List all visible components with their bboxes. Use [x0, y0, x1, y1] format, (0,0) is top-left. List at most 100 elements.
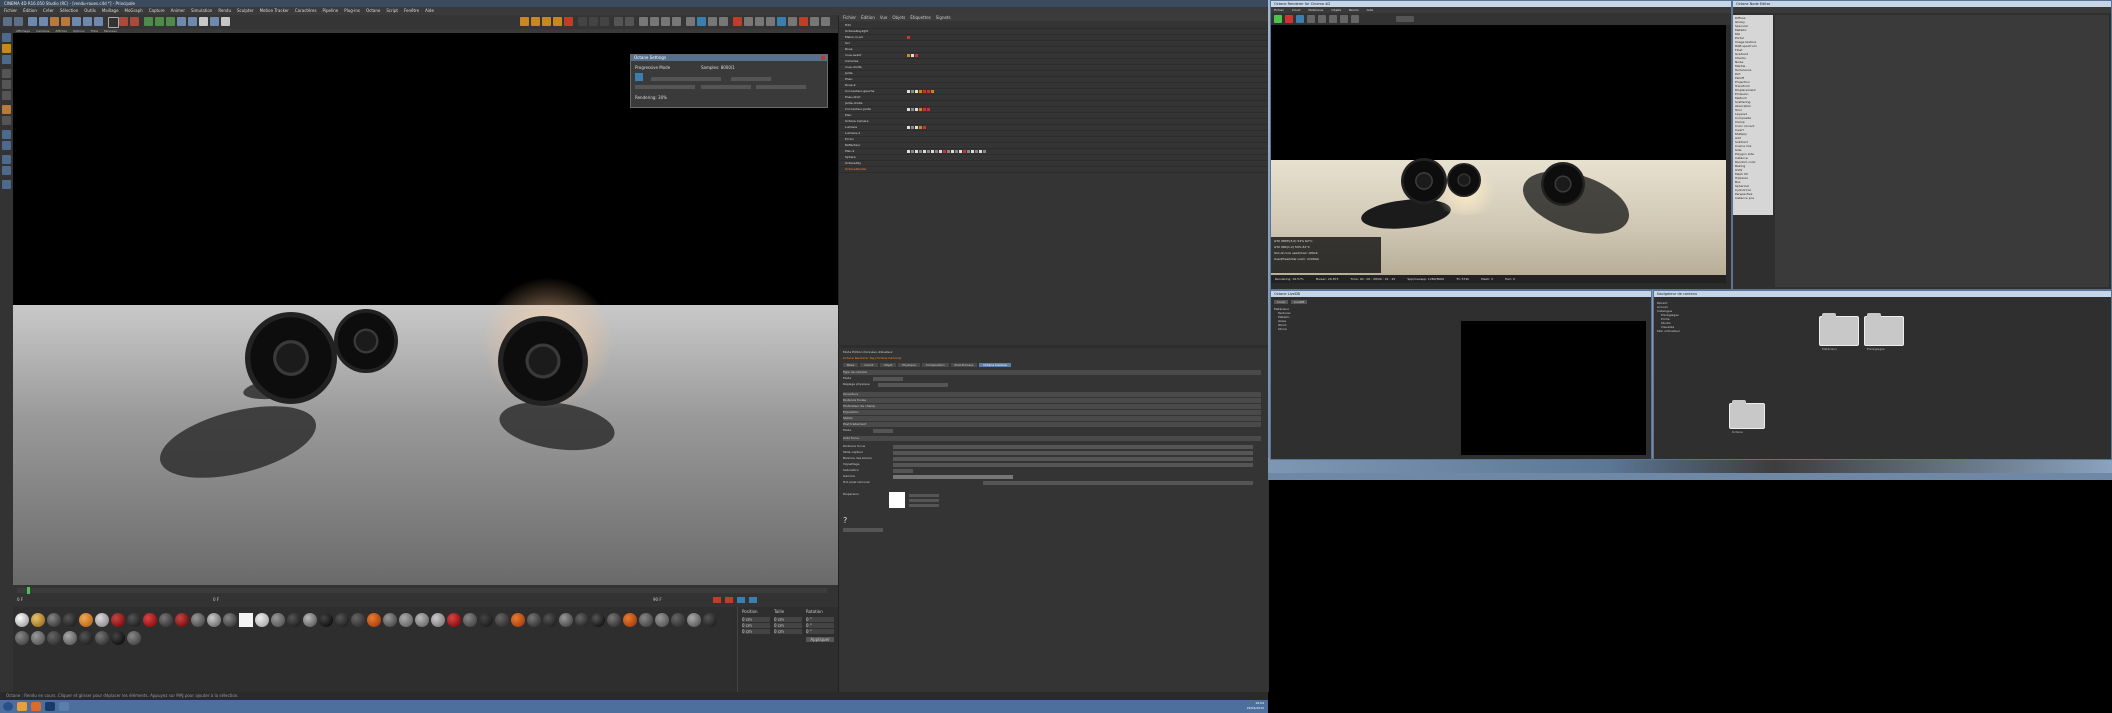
- material-swatch[interactable]: [639, 613, 653, 627]
- material-swatch[interactable]: [63, 613, 77, 627]
- menu-octane[interactable]: Octane: [366, 7, 380, 15]
- material-swatch[interactable]: [511, 613, 525, 627]
- attr-field[interactable]: [878, 382, 948, 387]
- axis-mode-icon[interactable]: [2, 105, 11, 114]
- material-swatch[interactable]: [399, 613, 413, 627]
- clock[interactable]: 18:04 22/04/2015: [1247, 701, 1264, 711]
- pause-icon[interactable]: [1307, 15, 1315, 23]
- coord-x-rotation[interactable]: 0 °: [806, 617, 834, 622]
- material-swatch[interactable]: [127, 631, 141, 645]
- explorer-icon[interactable]: [17, 702, 27, 711]
- attr-field[interactable]: [983, 480, 1253, 485]
- edges-mode-icon[interactable]: [2, 80, 11, 89]
- attr-row[interactable]: Réglage physique: [843, 382, 1261, 387]
- send-scene-icon[interactable]: [1274, 15, 1282, 23]
- material-swatch[interactable]: [367, 613, 381, 627]
- timeline-ruler[interactable]: [17, 588, 827, 593]
- attr-slider[interactable]: [893, 474, 1013, 479]
- solo-icon[interactable]: [2, 155, 11, 164]
- dialog-field[interactable]: [731, 77, 771, 81]
- material-swatch[interactable]: [303, 613, 317, 627]
- coord-z-size[interactable]: 0 cm: [774, 629, 802, 634]
- dialog-field[interactable]: [635, 85, 695, 89]
- material-swatch[interactable]: [143, 613, 157, 627]
- attr-row[interactable]: Dispersion: [843, 492, 1261, 497]
- workplane-icon[interactable]: [2, 55, 11, 64]
- tool-icon-3[interactable]: [600, 17, 609, 26]
- material-swatch[interactable]: [463, 613, 477, 627]
- material-swatch[interactable]: [111, 613, 125, 627]
- tool-icon-18[interactable]: [777, 17, 786, 26]
- material-swatch[interactable]: [271, 613, 285, 627]
- close-icon[interactable]: [821, 56, 825, 60]
- coord-z-rotation[interactable]: 0 °: [806, 629, 834, 634]
- attr-row[interactable]: Distance focus: [843, 444, 1261, 449]
- material-swatch[interactable]: [607, 613, 621, 627]
- tool-icon-10[interactable]: [686, 17, 695, 26]
- focus-icon[interactable]: [1351, 15, 1359, 23]
- node-canvas[interactable]: [1775, 15, 2109, 287]
- folder-icon[interactable]: [1864, 313, 1904, 346]
- model-mode-icon[interactable]: [2, 33, 11, 42]
- attr-row[interactable]: Gamma: [843, 474, 1261, 479]
- material-swatch[interactable]: [175, 613, 189, 627]
- material-swatch[interactable]: [447, 613, 461, 627]
- attr-field[interactable]: [893, 468, 913, 473]
- attr-row[interactable]: Mode: [843, 428, 1261, 433]
- attr-row[interactable]: Hot pixel removal: [843, 480, 1261, 485]
- om-menu-vue[interactable]: Vue: [880, 15, 887, 21]
- menu-rendu[interactable]: Rendu: [218, 7, 231, 15]
- app-taskbar-icon[interactable]: [59, 702, 69, 711]
- coord-y-position[interactable]: 0 cm: [742, 623, 770, 628]
- material-swatch[interactable]: [79, 631, 93, 645]
- attr-row[interactable]: Auto focus: [843, 436, 1261, 441]
- color-field[interactable]: [909, 504, 939, 507]
- tool-icon-8[interactable]: [661, 17, 670, 26]
- attr-row[interactable]: Type de caméra: [843, 370, 1261, 375]
- rotate-icon[interactable]: [61, 17, 70, 26]
- attr-row[interactable]: Stéréo: [843, 416, 1261, 421]
- material-swatch[interactable]: [335, 613, 349, 627]
- c4d-taskbar-icon[interactable]: [45, 702, 55, 711]
- region-icon[interactable]: [1340, 15, 1348, 23]
- next-frame-icon[interactable]: [749, 597, 757, 603]
- attr-row[interactable]: Post traitement: [843, 422, 1261, 427]
- tab-composition[interactable]: Composition: [921, 363, 949, 367]
- menu-sculpter[interactable]: Sculpter: [237, 7, 254, 15]
- texture-mode-icon[interactable]: [2, 44, 11, 53]
- x-axis-icon[interactable]: [72, 17, 81, 26]
- restart-icon[interactable]: [1296, 15, 1304, 23]
- om-menu-etiquettes[interactable]: Étiquettes: [910, 15, 930, 21]
- livedb-preview[interactable]: [1461, 321, 1646, 455]
- folder-icon[interactable]: [1729, 400, 1765, 429]
- attr-row[interactable]: Taille capteur: [843, 450, 1261, 455]
- material-swatch[interactable]: [703, 613, 717, 627]
- object-row[interactable]: OctaneRender: [839, 167, 1269, 173]
- material-swatch[interactable]: [351, 613, 365, 627]
- scene-icon[interactable]: [199, 17, 208, 26]
- tree-item[interactable]: Mon ordinateur: [1657, 329, 1680, 333]
- coord-y-rotation[interactable]: 0 °: [806, 623, 834, 628]
- material-swatch[interactable]: [95, 631, 109, 645]
- menu-selection[interactable]: Sélection: [60, 7, 78, 15]
- om-menu-objets[interactable]: Objets: [892, 15, 905, 21]
- polygons-mode-icon[interactable]: [2, 91, 11, 100]
- color-field[interactable]: [909, 494, 939, 497]
- start-button-icon[interactable]: [3, 702, 13, 711]
- tab-objet[interactable]: Objet: [880, 363, 897, 367]
- material-swatch[interactable]: [559, 613, 573, 627]
- tab-coord[interactable]: Coord.: [860, 363, 879, 367]
- camera-icon[interactable]: [210, 17, 219, 26]
- nurbs-icon[interactable]: [166, 17, 175, 26]
- material-swatch[interactable]: [575, 613, 589, 627]
- help-icon[interactable]: ?: [843, 516, 847, 525]
- material-swatch[interactable]: [191, 613, 205, 627]
- attr-field[interactable]: [893, 444, 1253, 449]
- material-swatch[interactable]: [159, 613, 173, 627]
- folder-icon[interactable]: [1819, 313, 1859, 346]
- material-swatch[interactable]: [479, 613, 493, 627]
- material-swatch[interactable]: [623, 613, 637, 627]
- tab-post-process[interactable]: Post-Process: [950, 363, 978, 367]
- menu-maillage[interactable]: Maillage: [102, 7, 119, 15]
- menu-mograph[interactable]: MoGraph: [125, 7, 143, 15]
